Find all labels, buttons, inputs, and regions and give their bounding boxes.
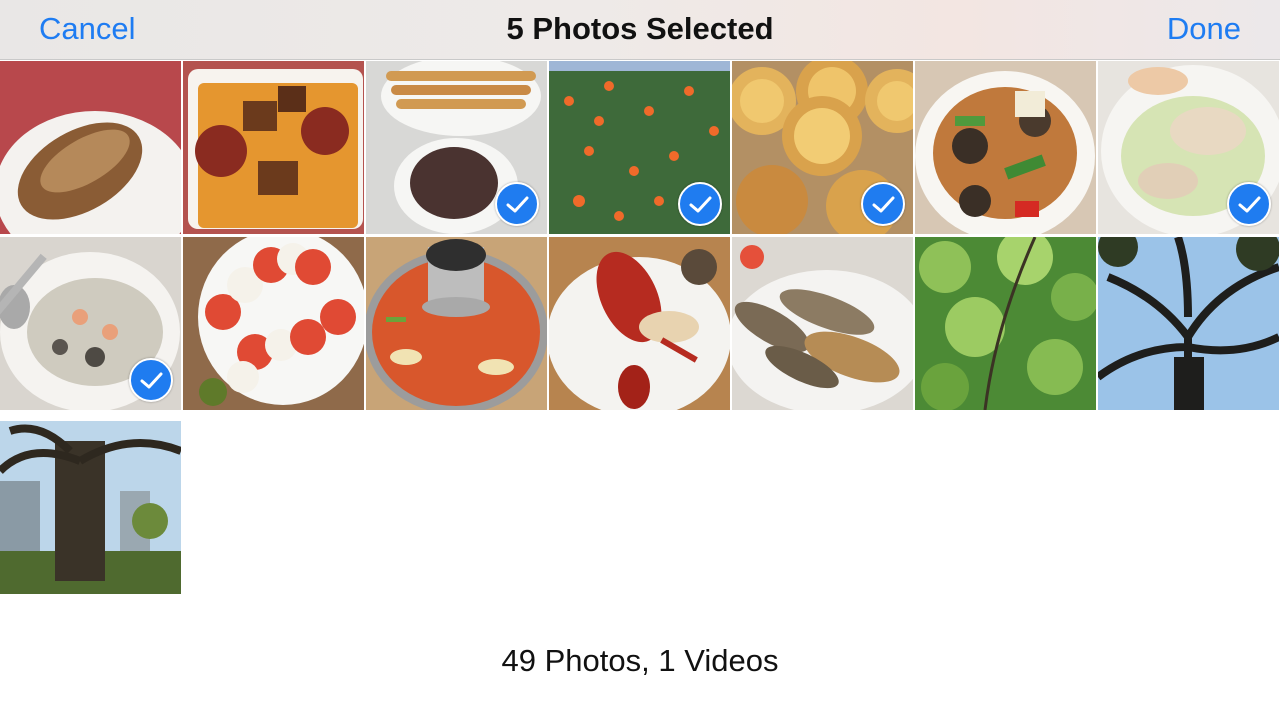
selected-checkmark-icon bbox=[861, 182, 905, 226]
hot-pot-soup-image bbox=[366, 237, 547, 410]
photo-thumbnail[interactable] bbox=[1098, 61, 1279, 234]
bread-roll-image bbox=[0, 61, 181, 234]
photo-thumbnail[interactable] bbox=[549, 61, 730, 234]
tree-canopy-image bbox=[1098, 237, 1279, 410]
selected-checkmark-icon bbox=[1227, 182, 1271, 226]
grilled-fish-image bbox=[732, 237, 913, 410]
done-button[interactable]: Done bbox=[1167, 11, 1241, 47]
caprese-salad-image bbox=[183, 237, 364, 410]
photo-thumbnail[interactable] bbox=[732, 237, 913, 410]
navigation-bar: Cancel 5 Photos Selected Done bbox=[0, 0, 1280, 60]
photo-thumbnail[interactable] bbox=[0, 237, 181, 410]
stir-fry-vegetables-image bbox=[915, 61, 1096, 234]
selected-checkmark-icon bbox=[495, 182, 539, 226]
photo-thumbnail[interactable] bbox=[183, 237, 364, 410]
photo-thumbnail[interactable] bbox=[366, 61, 547, 234]
selected-checkmark-icon bbox=[129, 358, 173, 402]
page-title: 5 Photos Selected bbox=[506, 11, 774, 46]
photo-count-summary: 49 Photos, 1 Videos bbox=[501, 643, 779, 678]
stew-with-sausage-image bbox=[183, 61, 364, 234]
photo-thumbnail[interactable] bbox=[915, 61, 1096, 234]
selected-checkmark-icon bbox=[678, 182, 722, 226]
photo-thumbnail[interactable] bbox=[366, 237, 547, 410]
photo-thumbnail[interactable] bbox=[1098, 237, 1279, 410]
photo-thumbnail[interactable] bbox=[183, 61, 364, 234]
old-tree-park-image bbox=[0, 421, 181, 594]
green-leaves-image bbox=[915, 237, 1096, 410]
photo-thumbnail[interactable] bbox=[915, 237, 1096, 410]
lobster-plate-image bbox=[549, 237, 730, 410]
photo-thumbnail[interactable] bbox=[0, 421, 181, 594]
photo-thumbnail[interactable] bbox=[732, 61, 913, 234]
photo-thumbnail[interactable] bbox=[0, 61, 181, 234]
photo-thumbnail[interactable] bbox=[549, 237, 730, 410]
